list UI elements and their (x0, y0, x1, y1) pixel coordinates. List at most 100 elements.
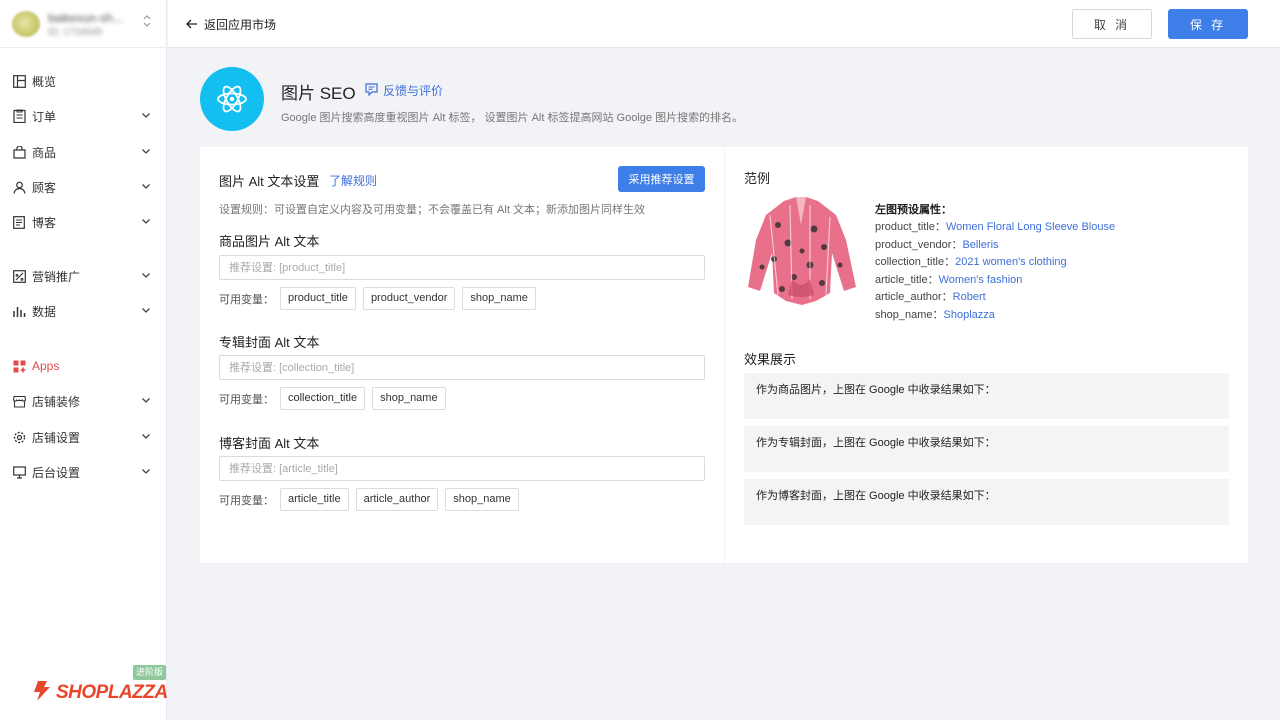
example-title: 范例 (744, 171, 771, 186)
store-switcher[interactable]: baikexun-sh... ID: 1716545 (0, 0, 167, 48)
nav-item-theme[interactable]: 店铺装修 (0, 388, 167, 414)
product-alt-input[interactable] (219, 255, 705, 280)
app-description: Google 图片搜索高度重视图片 Alt 标签， 设置图片 Alt 标签提高网… (281, 112, 744, 124)
rules-link[interactable]: 了解规则 (329, 172, 377, 189)
nav-item-customers[interactable]: 顾客 (0, 174, 167, 200)
attr-row: shop_name：Shoplazza (875, 306, 995, 322)
example-panel: 范例 左图预设属性： product_title：Women Floral Lo… (725, 147, 1248, 563)
apps-icon (12, 359, 26, 373)
product-vars: 可用变量： product_title product_vendor shop_… (219, 287, 543, 310)
example-blouse-image (748, 197, 856, 305)
attr-row: collection_title：2021 women's clothing (875, 253, 1067, 269)
blog-alt-title: 博客封面 Alt 文本 (219, 436, 320, 451)
nav-item-label: 博客 (32, 215, 57, 230)
arrow-left-icon (186, 18, 198, 32)
attr-value: Robert (952, 291, 986, 303)
marketing-icon (12, 269, 26, 283)
attr-key: article_title： (875, 274, 939, 286)
bar-chart-icon (12, 304, 26, 318)
shoplazza-logo: SHOPLAZZA (32, 680, 168, 705)
var-tag[interactable]: product_title (280, 287, 356, 310)
var-tag[interactable]: article_author (355, 488, 439, 511)
cancel-button[interactable]: 取 消 (1072, 9, 1152, 39)
nav-item-admin-settings[interactable]: 后台设置 (0, 459, 167, 485)
var-tag[interactable]: collection_title (280, 387, 366, 410)
store-id: ID: 1716545 (48, 27, 103, 38)
nav-item-label: 数据 (32, 304, 57, 319)
result-collection: 作为专辑封面，上图在 Google 中收录结果如下： (744, 426, 1229, 472)
store-switch-icon (143, 15, 151, 30)
shoplazza-logo-text: SHOPLAZZA (56, 681, 168, 703)
attr-value: Women's fashion (938, 274, 1023, 286)
result-product: 作为商品图片，上图在 Google 中收录结果如下： (744, 373, 1229, 419)
attr-value: Belleris (962, 239, 999, 251)
chevron-down-icon (141, 145, 151, 159)
nav-item-label: 概览 (32, 74, 57, 89)
var-tag[interactable]: article_title (280, 488, 349, 511)
collection-alt-input[interactable] (219, 355, 705, 380)
var-tag[interactable]: shop_name (372, 387, 446, 410)
chevron-down-icon (141, 465, 151, 479)
settings-title: 图片 Alt 文本设置 (219, 174, 320, 189)
nav-item-label: 顾客 (32, 180, 57, 195)
store-avatar (12, 11, 40, 37)
nav-item-overview[interactable]: 概览 (0, 68, 167, 94)
attr-key: product_vendor： (875, 239, 963, 251)
attr-key: product_title： (875, 221, 946, 233)
collection-alt-title: 专辑封面 Alt 文本 (219, 335, 320, 350)
attr-row: product_title：Women Floral Long Sleeve B… (875, 218, 1115, 234)
app-icon (200, 67, 264, 131)
preset-attrs-title: 左图预设属性： (875, 204, 952, 216)
atom-icon (217, 85, 247, 113)
result-blog: 作为博客封面，上图在 Google 中收录结果如下： (744, 479, 1229, 525)
chevron-down-icon (141, 430, 151, 444)
nav-item-marketing[interactable]: 营销推广 (0, 263, 167, 289)
attr-key: collection_title： (875, 256, 956, 268)
attr-row: article_title：Women's fashion (875, 271, 1022, 287)
app-title: 图片 SEO (281, 84, 356, 103)
nav-item-apps[interactable]: Apps (0, 353, 167, 379)
vars-label: 可用变量： (219, 393, 274, 406)
nav-item-blog[interactable]: 博客 (0, 209, 167, 235)
attr-row: article_author：Robert (875, 288, 986, 304)
var-tag[interactable]: shop_name (445, 488, 519, 511)
user-icon (12, 180, 26, 194)
rule-text: 设置规则：可设置自定义内容及可用变量；不会覆盖已有 Alt 文本；新添加图片同样… (219, 204, 645, 216)
apply-recommended-button[interactable]: 采用推荐设置 (618, 166, 705, 192)
var-tag[interactable]: product_vendor (362, 287, 456, 310)
nav-item-label: 商品 (32, 145, 57, 160)
save-button[interactable]: 保 存 (1168, 9, 1248, 39)
blog-alt-input[interactable] (219, 456, 705, 481)
monitor-icon (12, 465, 26, 479)
attr-value: Shoplazza (943, 309, 995, 321)
var-tag[interactable]: shop_name (462, 287, 536, 310)
plan-badge: 进阶版 (133, 665, 166, 680)
attr-value: Women Floral Long Sleeve Blouse (945, 221, 1116, 233)
chevron-down-icon (141, 269, 151, 283)
vars-label: 可用变量： (219, 494, 274, 507)
chevron-down-icon (141, 304, 151, 318)
chevron-down-icon (141, 215, 151, 229)
product-alt-title: 商品图片 Alt 文本 (219, 234, 320, 249)
chevron-down-icon (141, 180, 151, 194)
feedback-label: 反馈与评价 (383, 84, 444, 98)
nav-item-store-settings[interactable]: 店铺设置 (0, 424, 167, 450)
nav-item-orders[interactable]: 订单 (0, 103, 167, 129)
feedback-link[interactable]: 反馈与评价 (365, 82, 443, 99)
nav-item-products[interactable]: 商品 (0, 139, 167, 165)
attr-row: product_vendor：Belleris (875, 236, 999, 252)
gear-icon (12, 430, 26, 444)
store-name: baikexun-sh... (48, 11, 123, 25)
store-icon (12, 394, 26, 408)
nav-item-label: Apps (32, 359, 60, 373)
nav-item-label: 订单 (32, 109, 57, 124)
alt-settings-panel: 图片 Alt 文本设置 了解规则 采用推荐设置 设置规则：可设置自定义内容及可用… (200, 147, 724, 563)
clipboard-icon (12, 109, 26, 123)
nav-item-label: 店铺设置 (32, 430, 81, 445)
nav-item-analytics[interactable]: 数据 (0, 298, 167, 324)
back-to-app-store[interactable]: 返回应用市场 (186, 16, 276, 33)
collection-vars: 可用变量： collection_title shop_name (219, 387, 453, 410)
attr-key: article_author： (875, 291, 953, 303)
nav-item-label: 店铺装修 (32, 394, 81, 409)
nav-item-label: 后台设置 (32, 465, 81, 480)
